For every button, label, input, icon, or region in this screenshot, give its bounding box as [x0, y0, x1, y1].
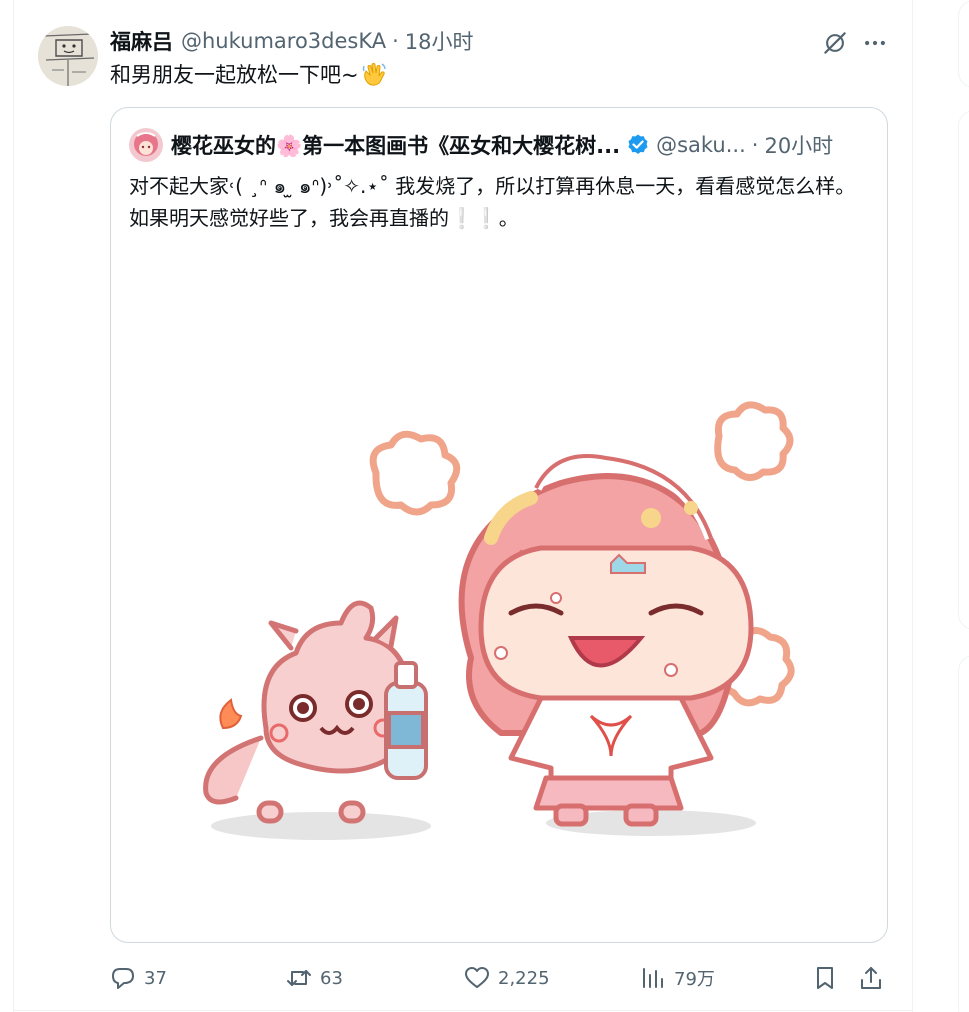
more-icon: [865, 40, 885, 46]
quoted-tweet[interactable]: 樱花巫女的🌸第一本图画书《巫女和大樱花树... @saku... · 20小时 …: [110, 107, 888, 943]
reply-count: 37: [144, 967, 167, 989]
tweet-text: 和男朋友一起放松一下吧~: [110, 60, 387, 90]
header-separator: ·: [392, 29, 399, 53]
author-avatar[interactable]: [38, 26, 98, 86]
bookmark-button[interactable]: [812, 958, 838, 998]
verified-badge-icon: [628, 134, 648, 154]
sidebar-card-edge: [958, 110, 969, 630]
quoted-tweet-timestamp[interactable]: 20小时: [764, 130, 833, 160]
tweet[interactable]: 福麻吕 @hukumaro3desKA · 18小时 和男朋友一起放松一下吧~: [14, 0, 912, 1010]
waving-hand-emoji-icon: [362, 63, 386, 86]
tweet-text-content: 和男朋友一起放松一下吧~: [110, 63, 359, 87]
bookmark-icon: [817, 967, 833, 989]
reply-button[interactable]: 37: [110, 958, 167, 998]
grok-button[interactable]: [819, 27, 851, 59]
quoted-author-handle[interactable]: @saku...: [656, 133, 746, 157]
reply-icon: [112, 968, 134, 989]
quoted-avatar-drawing: [129, 128, 163, 162]
quoted-tweet-text: 对不起大家˓( ¸ᐢ ๑ ̫ ๑ᐢ)˒˚✧.⋆˚ 我发烧了，所以打算再休息一天，…: [129, 174, 856, 230]
page-bottom-border: [13, 1010, 913, 1011]
retweet-count: 63: [320, 967, 343, 989]
quoted-author-name[interactable]: 樱花巫女的🌸第一本图画书《巫女和大樱花树...: [171, 130, 620, 160]
tweet-header: 福麻吕 @hukumaro3desKA · 18小时: [110, 26, 474, 56]
heart-icon: [465, 967, 489, 988]
views-count: 79万: [674, 969, 715, 990]
views-button[interactable]: 79万: [640, 958, 715, 998]
sidebar-card-edge: [958, 0, 969, 88]
tweet-actions: 37 63 2,225 79万: [110, 958, 900, 998]
quoted-header-separator: ·: [751, 133, 759, 157]
share-button[interactable]: [858, 958, 884, 998]
sidebar-card-edge: [958, 655, 969, 1012]
quoted-tweet-image[interactable]: [171, 398, 811, 868]
quoted-author-avatar[interactable]: [129, 128, 163, 162]
tweet-timestamp[interactable]: 18小时: [405, 26, 474, 56]
views-chart-icon: [643, 968, 663, 988]
like-count: 2,225: [498, 967, 550, 989]
avatar-drawing: [38, 26, 98, 86]
page-right-border: [912, 0, 913, 1012]
quoted-tweet-header: 樱花巫女的🌸第一本图画书《巫女和大樱花树... @saku... · 20小时: [129, 128, 833, 162]
grok-icon: [824, 32, 846, 54]
share-icon: [861, 967, 881, 989]
more-button[interactable]: [859, 27, 891, 59]
author-name[interactable]: 福麻吕: [110, 26, 173, 56]
author-handle[interactable]: @hukumaro3desKA: [181, 29, 386, 53]
like-button[interactable]: 2,225: [464, 958, 550, 998]
retweet-button[interactable]: 63: [286, 958, 343, 998]
retweet-icon: [287, 970, 311, 986]
